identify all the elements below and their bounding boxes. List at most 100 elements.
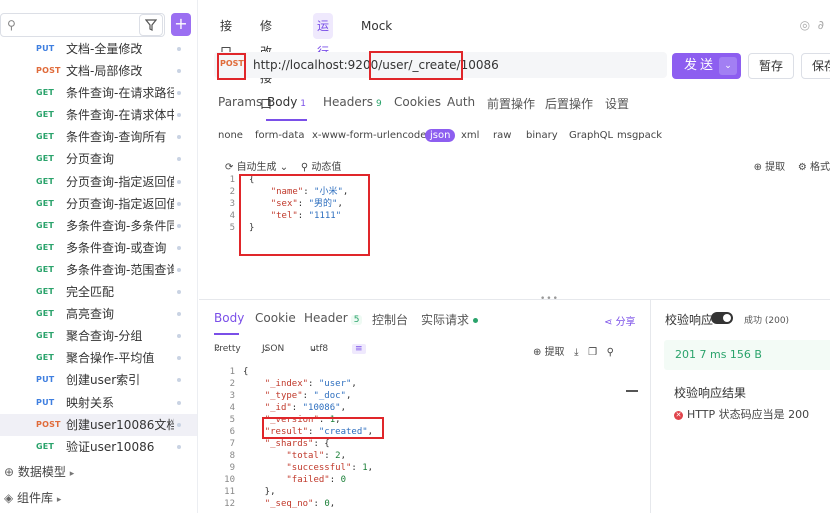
request-tab[interactable]: Body 1 bbox=[267, 95, 306, 109]
response-tab[interactable]: Header 5 bbox=[304, 311, 363, 325]
request-tab[interactable]: 后置操作 bbox=[545, 95, 593, 112]
share-button[interactable]: ⋖ 分享 bbox=[604, 313, 636, 328]
list-item[interactable]: GET 聚合查询-分组 bbox=[0, 325, 197, 347]
method-badge: POST bbox=[36, 419, 61, 429]
list-item[interactable]: GET 验证user10086 bbox=[0, 436, 197, 458]
method-badge: GET bbox=[36, 331, 55, 341]
stash-button[interactable]: 暂存 bbox=[748, 53, 794, 79]
format-button[interactable]: ⚙ 格式 bbox=[798, 162, 830, 173]
body-type-option[interactable]: raw bbox=[493, 130, 511, 141]
validation-status: 成功 (200) bbox=[744, 316, 790, 326]
list-item[interactable]: GET 分页查询-指定返回值… bbox=[0, 193, 197, 215]
download-icon[interactable]: ⤓ bbox=[574, 347, 578, 358]
body-type-option[interactable]: binary bbox=[526, 130, 558, 141]
list-item[interactable]: GET 高亮查询 bbox=[0, 303, 197, 325]
list-item-label: 多条件查询-或查询 bbox=[66, 240, 167, 255]
list-item[interactable]: GET 多条件查询-多条件同… bbox=[0, 215, 197, 237]
add-button[interactable]: + bbox=[171, 13, 191, 36]
response-tab[interactable]: 实际请求 bbox=[421, 311, 479, 328]
send-button[interactable]: 发送 ⌄ bbox=[672, 53, 741, 79]
body-type-option[interactable]: GraphQL bbox=[569, 130, 613, 141]
pretty-select[interactable]: Pretty ⌄ bbox=[214, 344, 241, 354]
list-item[interactable]: GET 条件查询-查询所有 bbox=[0, 126, 197, 148]
sidebar-group-data-models[interactable]: ⊕ 数据模型 ▸ bbox=[4, 463, 74, 480]
request-tab[interactable]: Cookies bbox=[394, 95, 441, 109]
request-method[interactable]: POST bbox=[220, 59, 244, 68]
tab-mock[interactable]: Mock bbox=[357, 13, 396, 39]
list-item[interactable]: GET 聚合操作-平均值 bbox=[0, 347, 197, 369]
extract-button[interactable]: ⊕ 提取 bbox=[754, 162, 786, 173]
line-number: 3 bbox=[229, 199, 235, 209]
history-icon[interactable]: ◎ bbox=[800, 18, 810, 32]
list-item[interactable]: PUT 映射关系 bbox=[0, 392, 197, 414]
body-type-option[interactable]: form-data bbox=[255, 130, 304, 141]
format-label: 格式 bbox=[810, 162, 830, 173]
body-type-option[interactable]: msgpack bbox=[617, 130, 662, 141]
list-item[interactable]: GET 分页查询 bbox=[0, 148, 197, 170]
list-item[interactable]: PUT 文档-全量修改 bbox=[0, 38, 197, 60]
copy-icon[interactable]: ❐ bbox=[588, 347, 597, 358]
status-dot bbox=[177, 201, 181, 206]
list-item[interactable]: GET 条件查询-在请求路径… bbox=[0, 82, 197, 104]
tab-run[interactable]: 运行 bbox=[313, 13, 334, 59]
request-tab-label: Auth bbox=[447, 95, 476, 109]
method-badge: GET bbox=[36, 242, 55, 252]
status-dot bbox=[177, 157, 181, 162]
request-tab[interactable]: 前置操作 bbox=[487, 95, 535, 112]
tab-edit-api[interactable]: 修改接口 bbox=[256, 13, 276, 111]
collapse-icon[interactable] bbox=[626, 390, 638, 392]
body-type-option[interactable]: json bbox=[425, 129, 456, 142]
url-input[interactable]: http://localhost:9200/user/_create/10086 bbox=[253, 58, 499, 72]
filter-button[interactable] bbox=[139, 14, 163, 36]
response-split-divider[interactable] bbox=[650, 300, 651, 513]
url-bar[interactable]: POST http://localhost:9200/user/_create/… bbox=[214, 52, 667, 78]
list-item[interactable]: GET 分页查询-指定返回值 bbox=[0, 171, 197, 193]
line-number: 7 bbox=[229, 439, 235, 449]
body-type-option[interactable]: x-www-form-urlencoded bbox=[312, 130, 433, 141]
request-body-editor[interactable]: 1 {2 "name": "小米", 3 "sex": "男的", 4 "tel": … bbox=[213, 174, 830, 292]
drag-handle[interactable]: ••• bbox=[540, 294, 559, 304]
sidebar-group-components[interactable]: ◈ 组件库 ▸ bbox=[4, 489, 61, 506]
list-item[interactable]: POST 文档-局部修改 bbox=[0, 60, 197, 82]
extract-response-button[interactable]: ⊕ 提取 bbox=[533, 347, 565, 358]
chevron-down-icon[interactable]: ⌄ bbox=[719, 57, 737, 75]
request-tab[interactable]: Headers 9 bbox=[323, 95, 382, 109]
dynamic-value-button[interactable]: ⚲ 动态值 bbox=[301, 162, 342, 173]
response-body[interactable]: 1 {2 "_index": "user", 3 "_type": "_doc", 4… bbox=[213, 366, 633, 513]
auto-generate-button[interactable]: ⟳ 自动生成 ⌄ bbox=[225, 162, 288, 173]
code-text: "_version": 1, bbox=[264, 415, 341, 425]
status-dot bbox=[177, 356, 181, 361]
response-tab[interactable]: 控制台 bbox=[372, 311, 408, 328]
body-type-option[interactable]: xml bbox=[461, 130, 479, 141]
method-badge: PUT bbox=[36, 44, 55, 53]
request-tab[interactable]: Auth bbox=[447, 95, 475, 109]
response-tools-right: ⊕ 提取 ⤓ ❐ ⚲ bbox=[533, 343, 614, 358]
wrap-icon[interactable]: ≡ bbox=[352, 344, 366, 354]
search-icon[interactable]: ⚲ bbox=[607, 347, 614, 358]
request-tab[interactable]: 设置 bbox=[605, 95, 629, 112]
save-button[interactable]: 保存 bbox=[801, 53, 830, 79]
request-tab[interactable]: Params bbox=[218, 95, 262, 109]
response-tab[interactable]: Body bbox=[214, 311, 244, 325]
code-text: "_type": "_doc", bbox=[264, 391, 352, 401]
list-item[interactable]: GET 多条件查询-范围查询 bbox=[0, 259, 197, 281]
extract-response-label: 提取 bbox=[544, 347, 565, 358]
body-type-option[interactable]: none bbox=[218, 130, 243, 141]
link-icon[interactable]: ∂ bbox=[818, 18, 824, 32]
list-item-label: 多条件查询-多条件同… bbox=[66, 218, 174, 233]
list-item[interactable]: GET 完全匹配 bbox=[0, 281, 197, 303]
code-text: } bbox=[249, 223, 255, 233]
list-item[interactable]: GET 多条件查询-或查询 bbox=[0, 237, 197, 259]
list-item[interactable]: GET 条件查询-在请求体中… bbox=[0, 104, 197, 126]
code-text: "sex": "男的", bbox=[270, 199, 343, 209]
format-select[interactable]: JSON ⌄ bbox=[262, 344, 284, 354]
list-item-label: 条件查询-在请求路径… bbox=[66, 86, 174, 101]
list-item[interactable]: PUT 创建user索引 bbox=[0, 369, 197, 391]
json-label: JSON bbox=[262, 344, 285, 354]
line-number: 2 bbox=[229, 379, 235, 389]
encoding-select[interactable]: utf8 ⌄ bbox=[310, 344, 328, 354]
response-tab[interactable]: Cookie bbox=[255, 311, 296, 325]
list-item[interactable]: POST 创建user10086文档 bbox=[0, 413, 197, 436]
validation-toggle[interactable] bbox=[711, 312, 733, 324]
tab-api[interactable]: 接口 bbox=[216, 13, 236, 59]
